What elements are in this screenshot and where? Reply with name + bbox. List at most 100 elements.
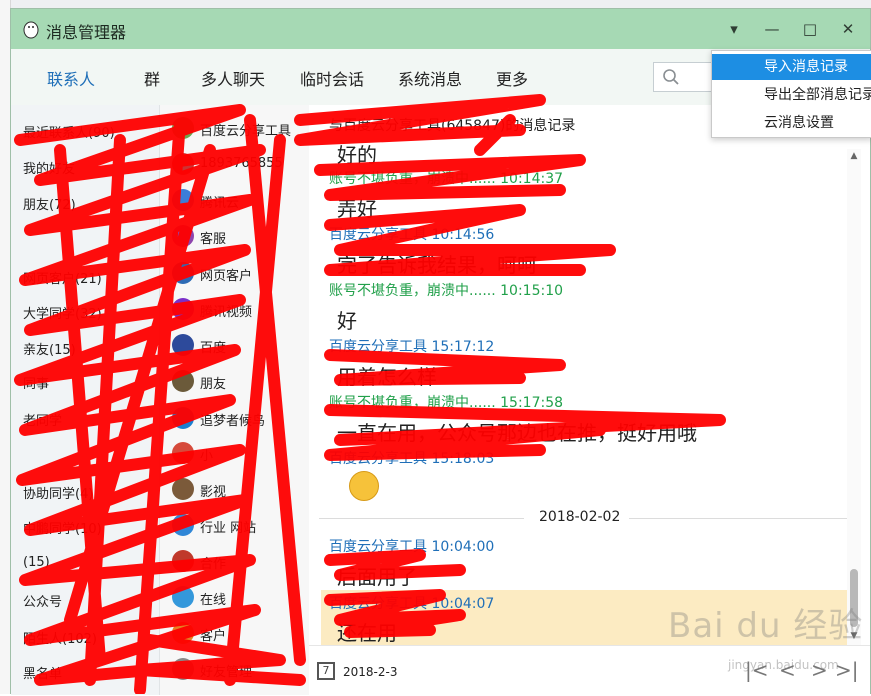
message-text: 弄好 bbox=[337, 197, 377, 221]
chat-history[interactable]: 与百度云分享工具(645847)的消息记录 好的 账号不堪负重，崩溃中.....… bbox=[309, 105, 861, 645]
contact-item[interactable]: 追梦者候鸟 bbox=[172, 407, 307, 431]
minimize-button[interactable]: — bbox=[761, 19, 783, 39]
category-item[interactable]: 协助同学(4) bbox=[23, 483, 93, 502]
contact-item[interactable]: 客户 bbox=[172, 622, 307, 646]
avatar bbox=[172, 370, 194, 392]
contact-item[interactable]: 百度 bbox=[172, 334, 307, 358]
close-button[interactable]: ✕ bbox=[837, 19, 859, 39]
category-item[interactable]: 最近联系人(90) bbox=[23, 122, 115, 141]
chat-scrollbar[interactable]: ▲ ▼ bbox=[847, 149, 861, 645]
contact-item[interactable]: 小 bbox=[172, 442, 307, 466]
flushed-face-emoji-icon bbox=[349, 471, 379, 501]
category-item[interactable]: 黑名单 bbox=[23, 663, 62, 682]
tab-contacts[interactable]: 联系人 bbox=[47, 66, 95, 90]
avatar bbox=[172, 298, 194, 320]
tab-temp-session[interactable]: 临时会话 bbox=[300, 66, 364, 90]
contact-item[interactable]: 影视 bbox=[172, 478, 307, 502]
category-item[interactable]: 中鹏同学(10) bbox=[23, 518, 102, 537]
maximize-button[interactable]: □ bbox=[799, 19, 821, 39]
menu-item-import-records[interactable]: 导入消息记录 bbox=[712, 54, 871, 80]
tab-more[interactable]: 更多 bbox=[496, 66, 528, 90]
category-item[interactable]: 大学同学(32) bbox=[23, 303, 102, 322]
contact-name: 网页客户 bbox=[200, 269, 253, 284]
title-bar[interactable]: 消息管理器 ▾ — □ ✕ bbox=[11, 9, 870, 49]
avatar bbox=[172, 442, 194, 464]
contact-item[interactable]: 腾讯视频 bbox=[172, 298, 307, 322]
message-text: 还在用 bbox=[337, 621, 397, 645]
avatar bbox=[172, 514, 194, 536]
avatar bbox=[172, 622, 194, 644]
contact-item[interactable]: 在线 bbox=[172, 586, 307, 610]
contact-item[interactable]: 百度云分享工具 bbox=[172, 117, 307, 141]
avatar bbox=[172, 550, 194, 572]
avatar bbox=[172, 225, 194, 247]
category-item[interactable]: 同事 bbox=[23, 373, 49, 392]
category-item[interactable]: 老同学 bbox=[23, 410, 62, 429]
message-text: 完了告诉我结果，呵呵 bbox=[337, 253, 537, 277]
avatar bbox=[172, 153, 194, 175]
category-item[interactable]: (15) bbox=[23, 555, 50, 570]
contact-name: 百度 bbox=[200, 341, 227, 356]
avatar bbox=[172, 478, 194, 500]
avatar bbox=[172, 117, 194, 139]
message-meta: 百度云分享工具 10:04:00 bbox=[329, 539, 495, 555]
contact-name: 好友管理 bbox=[200, 665, 253, 680]
avatar bbox=[172, 334, 194, 356]
avatar bbox=[172, 586, 194, 608]
contact-item[interactable]: 合作 bbox=[172, 550, 307, 574]
contact-name: 行业 网站 bbox=[200, 521, 257, 536]
contact-name: 客户 bbox=[200, 629, 227, 644]
message-meta: 百度云分享工具 10:14:56 bbox=[329, 227, 495, 243]
avatar bbox=[172, 262, 194, 284]
category-list: 最近联系人(90) 我的好友 朋友(72) 网页客户(21) 大学同学(32) … bbox=[11, 105, 160, 695]
scroll-up-icon[interactable]: ▲ bbox=[847, 149, 861, 163]
chat-header: 与百度云分享工具(645847)的消息记录 bbox=[329, 118, 576, 134]
watermark-logo: Bai du 经验 bbox=[668, 606, 864, 646]
avatar bbox=[172, 407, 194, 429]
contact-name: 影视 bbox=[200, 485, 227, 500]
contact-name: 朋友 bbox=[200, 377, 227, 392]
contact-item[interactable]: 朋友 bbox=[172, 370, 307, 394]
contact-name: 腾讯云 bbox=[200, 196, 240, 211]
message-meta: 账号不堪负重，崩溃中...... 10:15:10 bbox=[329, 283, 564, 299]
message-meta: 账号不堪负重，崩溃中...... 15:17:58 bbox=[329, 395, 564, 411]
message-meta: 账号不堪负重，崩溃中...... 10:14:37 bbox=[329, 171, 564, 187]
category-item[interactable]: 我的好友 bbox=[23, 158, 75, 177]
contact-name: 百度云分享工具 bbox=[200, 124, 292, 139]
date-divider-line bbox=[629, 518, 849, 519]
tab-system-messages[interactable]: 系统消息 bbox=[398, 66, 462, 90]
category-item[interactable]: 陌生人(102) bbox=[23, 628, 97, 647]
contact-list: 百度云分享工具 1893765855 腾讯云 客服 网页客户 腾讯视频 百度 朋… bbox=[160, 105, 310, 695]
contact-name: 1893765855 bbox=[200, 156, 283, 171]
contact-item[interactable]: 腾讯云 bbox=[172, 189, 307, 213]
window-title: 消息管理器 bbox=[46, 23, 127, 42]
watermark-url: jingyan.baidu.com bbox=[728, 658, 839, 672]
date-separator: 2018-02-02 bbox=[539, 509, 621, 525]
avatar bbox=[172, 658, 194, 680]
calendar-icon[interactable]: 7 bbox=[317, 662, 335, 680]
contact-name: 小 bbox=[200, 449, 214, 464]
tab-groups[interactable]: 群 bbox=[144, 66, 160, 90]
category-item[interactable]: 公众号 bbox=[23, 591, 62, 610]
menu-item-cloud-settings[interactable]: 云消息设置 bbox=[712, 110, 871, 136]
contact-item[interactable]: 1893765855 bbox=[172, 153, 307, 177]
category-item[interactable]: 网页客户(21) bbox=[23, 268, 102, 287]
message-meta: 百度云分享工具 10:04:07 bbox=[329, 596, 495, 612]
contact-name: 腾讯视频 bbox=[200, 305, 253, 320]
date-divider-line bbox=[319, 518, 524, 519]
options-dropdown-menu: 导入消息记录 导出全部消息记录 云消息设置 bbox=[711, 50, 871, 138]
avatar bbox=[172, 189, 194, 211]
menu-dropdown-button[interactable]: ▾ bbox=[723, 19, 745, 39]
category-item[interactable]: 亲友(15) bbox=[23, 339, 76, 358]
contact-item[interactable]: 网页客户 bbox=[172, 262, 307, 286]
message-text: 用着怎么样 bbox=[337, 365, 437, 389]
contact-item[interactable]: 客服 bbox=[172, 225, 307, 249]
contact-item[interactable]: 行业 网站 bbox=[172, 514, 307, 538]
message-meta: 百度云分享工具 15:18:03 bbox=[329, 451, 495, 467]
category-item[interactable]: 朋友(72) bbox=[23, 194, 76, 213]
contact-name: 客服 bbox=[200, 232, 227, 247]
menu-item-export-all-records[interactable]: 导出全部消息记录 bbox=[712, 82, 871, 108]
tab-multi-chat[interactable]: 多人聊天 bbox=[201, 66, 265, 90]
message-text: 后面用了 bbox=[337, 565, 417, 589]
contact-item[interactable]: 好友管理 bbox=[172, 658, 307, 682]
